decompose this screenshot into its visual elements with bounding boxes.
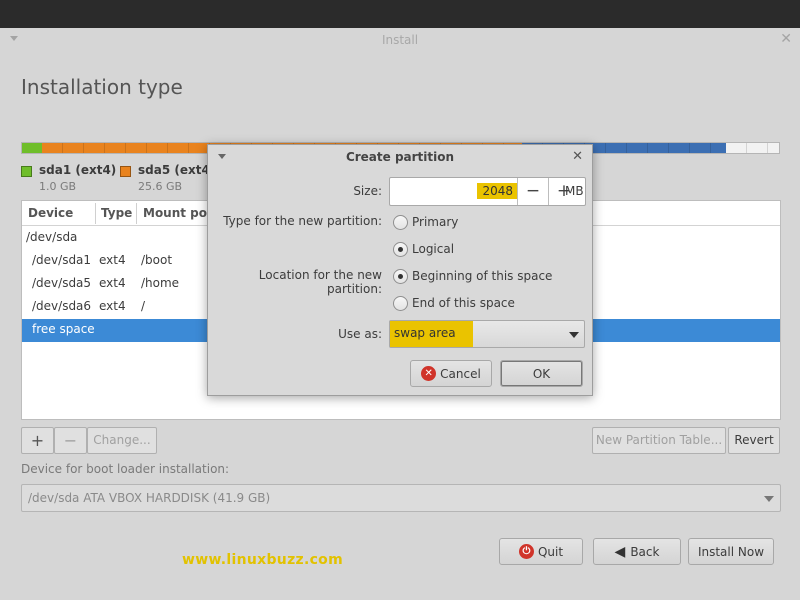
remove-partition-button[interactable]: − <box>54 427 87 454</box>
back-button[interactable]: ◀ Back <box>593 538 681 565</box>
back-arrow-icon: ◀ <box>614 543 626 560</box>
install-now-button[interactable]: Install Now <box>688 538 774 565</box>
power-icon: ⏻ <box>518 544 534 559</box>
partition-bar-sda1 <box>22 143 43 153</box>
legend-size: 1.0 GB <box>39 180 77 193</box>
mount-cell: / <box>141 299 146 313</box>
legend-label: sda5 (ext4) <box>138 163 216 177</box>
desktop-top-panel <box>0 0 800 28</box>
device-cell: /dev/sda6 <box>32 299 92 313</box>
primary-radio[interactable] <box>393 215 408 230</box>
legend-size: 25.6 GB <box>138 180 183 193</box>
cancel-label: Cancel <box>440 366 481 381</box>
legend-swatch <box>120 166 131 177</box>
window-close-icon[interactable]: ✕ <box>780 31 792 47</box>
partition-location-label: Location for the new partition: <box>258 268 382 296</box>
logical-radio[interactable] <box>393 242 408 257</box>
back-label: Back <box>630 544 660 559</box>
quit-button[interactable]: ⏻ Quit <box>499 538 583 565</box>
primary-radio-label[interactable]: Primary <box>412 215 458 229</box>
legend-swatch <box>21 166 32 177</box>
chevron-down-icon <box>569 332 579 338</box>
new-partition-table-button[interactable]: New Partition Table... <box>592 427 726 454</box>
ok-button[interactable]: OK <box>500 360 583 387</box>
device-cell: /dev/sda5 <box>32 276 92 290</box>
size-label: Size: <box>353 184 382 198</box>
window-title: Install <box>381 33 419 47</box>
device-cell: /dev/sda <box>26 230 78 244</box>
end-radio[interactable] <box>393 296 408 311</box>
beginning-radio[interactable] <box>393 269 408 284</box>
device-cell: free space <box>32 322 95 336</box>
dialog-title: Create partition <box>345 150 455 164</box>
legend-item-sda1: sda1 (ext4) 1.0 GB <box>21 163 117 193</box>
type-cell: ext4 <box>99 276 126 290</box>
quit-label: Quit <box>537 544 564 559</box>
column-header-type[interactable]: Type <box>101 206 132 220</box>
watermark: www.linuxbuzz.com <box>182 552 343 568</box>
add-partition-button[interactable]: + <box>21 427 54 454</box>
window-titlebar: Install ✕ <box>0 28 800 54</box>
partition-bar-free <box>726 143 779 153</box>
revert-button[interactable]: Revert <box>728 427 780 454</box>
mount-cell: /boot <box>141 253 173 267</box>
cancel-button[interactable]: ✕ Cancel <box>410 360 492 387</box>
cancel-icon: ✕ <box>421 366 437 381</box>
size-value[interactable]: 2048 <box>477 183 518 199</box>
device-cell: /dev/sda1 <box>32 253 92 267</box>
column-header-device[interactable]: Device <box>28 206 73 220</box>
size-field[interactable]: 2048 − + <box>389 177 586 206</box>
type-cell: ext4 <box>99 253 126 267</box>
size-unit: MB <box>565 184 584 198</box>
mount-cell: /home <box>141 276 180 290</box>
type-cell: ext4 <box>99 299 126 313</box>
logical-radio-label[interactable]: Logical <box>412 242 454 256</box>
dialog-titlebar: Create partition ✕ <box>208 145 592 171</box>
chevron-down-icon <box>764 496 774 502</box>
use-as-select[interactable]: swap area <box>389 320 585 348</box>
boot-loader-select[interactable]: /dev/sda ATA VBOX HARDDISK (41.9 GB) <box>21 484 781 512</box>
size-decrement-button[interactable]: − <box>517 178 548 205</box>
page-title: Installation type <box>21 75 183 99</box>
legend-label: sda1 (ext4) <box>39 163 117 177</box>
use-as-label: Use as: <box>338 327 382 341</box>
legend-item-sda5: sda5 (ext4) 25.6 GB <box>120 163 216 193</box>
dialog-close-icon[interactable]: ✕ <box>572 149 583 164</box>
boot-loader-label: Device for boot loader installation: <box>21 462 230 476</box>
create-partition-dialog: Create partition ✕ Size: 2048 − + MB Typ… <box>207 144 593 396</box>
partition-type-label: Type for the new partition: <box>223 214 382 228</box>
boot-loader-value: /dev/sda ATA VBOX HARDDISK (41.9 GB) <box>28 491 271 505</box>
end-radio-label[interactable]: End of this space <box>412 296 515 310</box>
beginning-radio-label[interactable]: Beginning of this space <box>412 269 552 283</box>
use-as-value: swap area <box>390 321 473 347</box>
change-partition-button[interactable]: Change... <box>87 427 157 454</box>
